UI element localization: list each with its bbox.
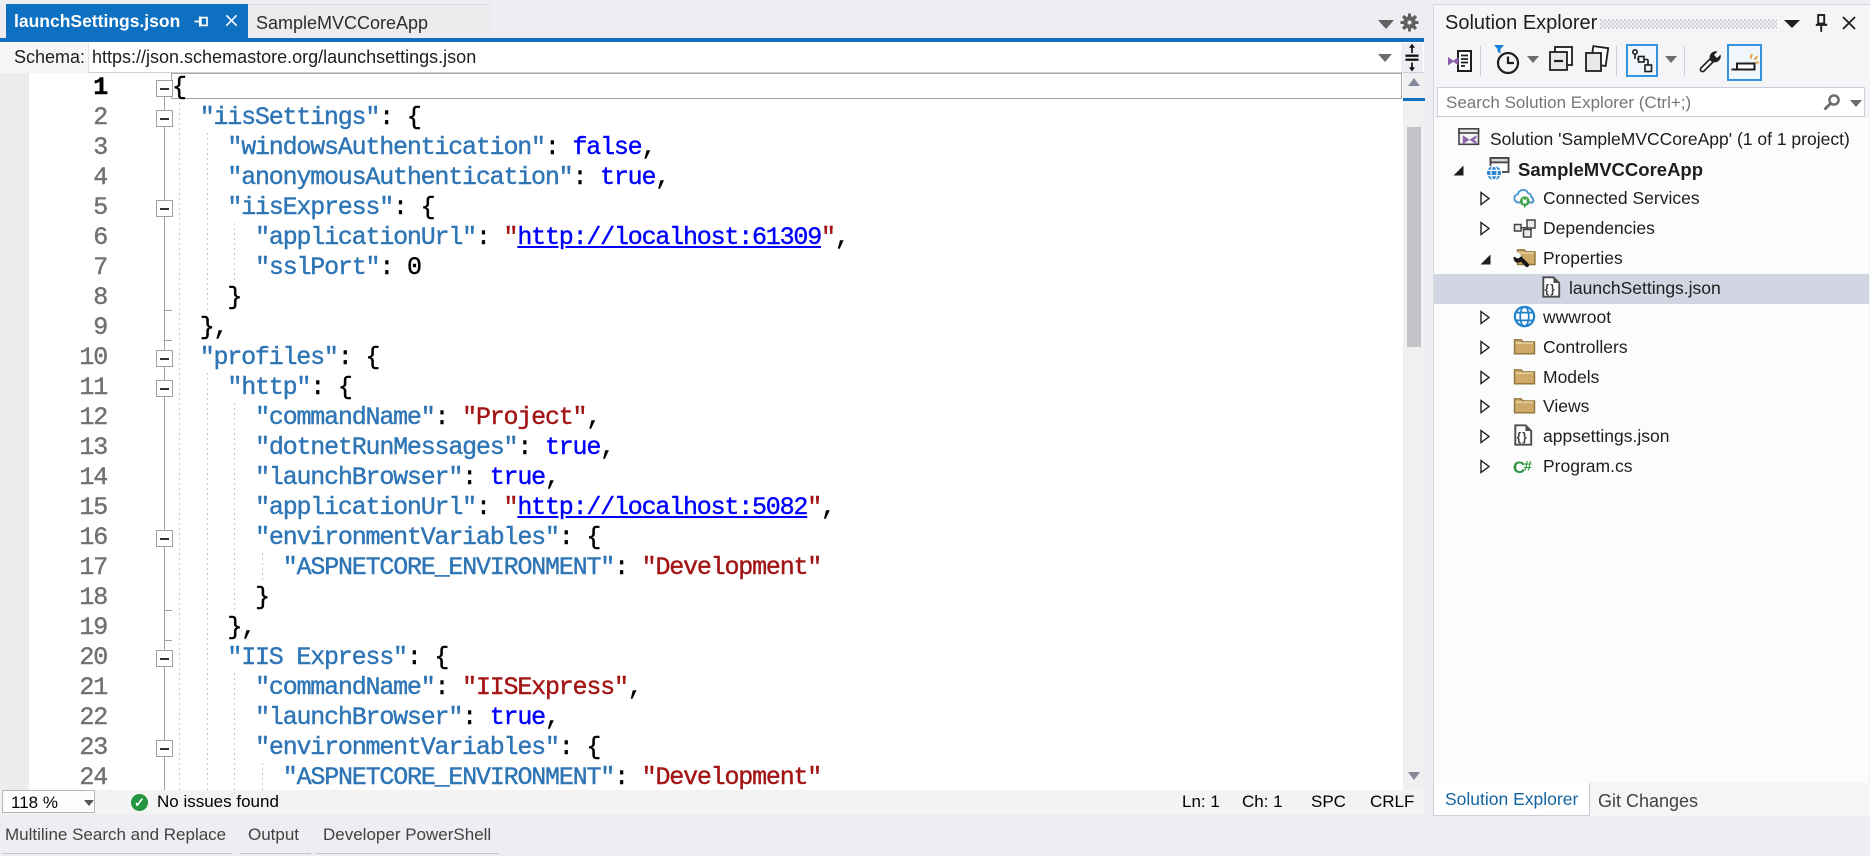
svg-text:{}: {} xyxy=(1517,432,1528,444)
svg-text:{}: {} xyxy=(1545,284,1556,296)
svg-text:#: # xyxy=(1524,457,1532,473)
